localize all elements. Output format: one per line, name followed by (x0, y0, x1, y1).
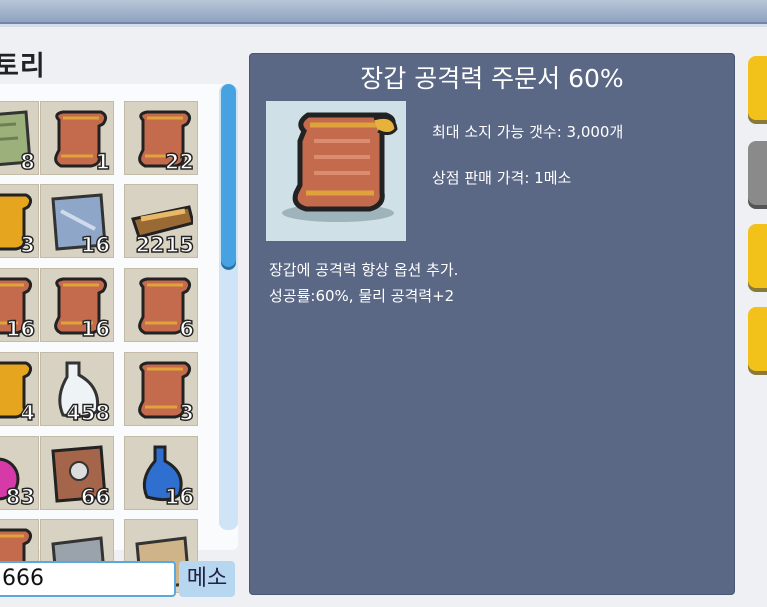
inventory-slot[interactable]: 16 (124, 436, 198, 510)
item-quantity: 83 (5, 485, 36, 509)
item-quantity: 458 (65, 401, 110, 425)
side-button-4[interactable] (748, 307, 767, 371)
side-button-1[interactable] (748, 56, 767, 120)
inventory-slot[interactable]: 66 (40, 436, 114, 510)
item-description-line-1: 장갑에 공격력 향상 옵션 추가. (269, 261, 459, 279)
inventory-slot[interactable]: 8 (0, 101, 39, 175)
sell-price-text: 상점 판매 가격: 1메소 (432, 169, 572, 187)
window-top-bar (0, 0, 767, 24)
item-description-line-2: 성공률:60%, 물리 공격력+2 (269, 287, 455, 305)
item-quantity: 16 (5, 317, 36, 341)
inventory-slot[interactable]: 6 (124, 268, 198, 342)
inventory-slot[interactable]: 3 (0, 184, 39, 258)
inventory-slot[interactable]: 16 (40, 184, 114, 258)
inventory-slot[interactable]: 4 (0, 352, 39, 426)
item-quantity: 22 (164, 150, 195, 174)
item-icon-box (266, 101, 406, 241)
meso-label: 메소 (179, 561, 235, 597)
inventory-slot[interactable]: 3 (124, 352, 198, 426)
item-quantity: 2215 (135, 233, 195, 257)
item-quantity: 16 (80, 317, 111, 341)
inventory-slot[interactable]: 2215 (124, 184, 198, 258)
max-stack-text: 최대 소지 가능 갯수: 3,000개 (432, 123, 624, 141)
side-button-3[interactable] (748, 224, 767, 288)
scrollbar-thumb[interactable] (221, 84, 236, 267)
inventory-slot[interactable]: 1 (40, 101, 114, 175)
inventory-slot[interactable]: 22 (124, 101, 198, 175)
item-name-title: 장갑 공격력 주문서 60% (360, 64, 624, 93)
inventory-slot[interactable]: 16 (0, 268, 39, 342)
item-quantity: 6 (179, 317, 195, 341)
item-info-panel: 장갑 공격력 주문서 60% 최대 소지 가능 갯수: 3,000개 상점 판매… (249, 53, 735, 595)
item-quantity: 16 (80, 233, 111, 257)
inventory-title: 토리 (0, 51, 46, 82)
item-quantity: 8 (20, 150, 36, 174)
inventory-slot[interactable]: 458 (40, 352, 114, 426)
item-quantity: 3 (179, 401, 195, 425)
inventory-slot[interactable]: 16 (40, 268, 114, 342)
side-button-2[interactable] (748, 141, 767, 205)
top-bar-divider (0, 24, 767, 27)
glove-attack-scroll-icon (282, 112, 398, 222)
inventory-slot[interactable]: 83 (0, 436, 39, 510)
item-quantity: 3 (20, 233, 36, 257)
item-quantity: 4 (20, 401, 36, 425)
item-quantity: 66 (80, 485, 111, 509)
item-quantity: 1 (95, 150, 111, 174)
item-quantity: 16 (164, 485, 195, 509)
inventory-scrollbar[interactable] (219, 84, 238, 530)
meso-amount-field[interactable]: 666 (0, 561, 176, 597)
